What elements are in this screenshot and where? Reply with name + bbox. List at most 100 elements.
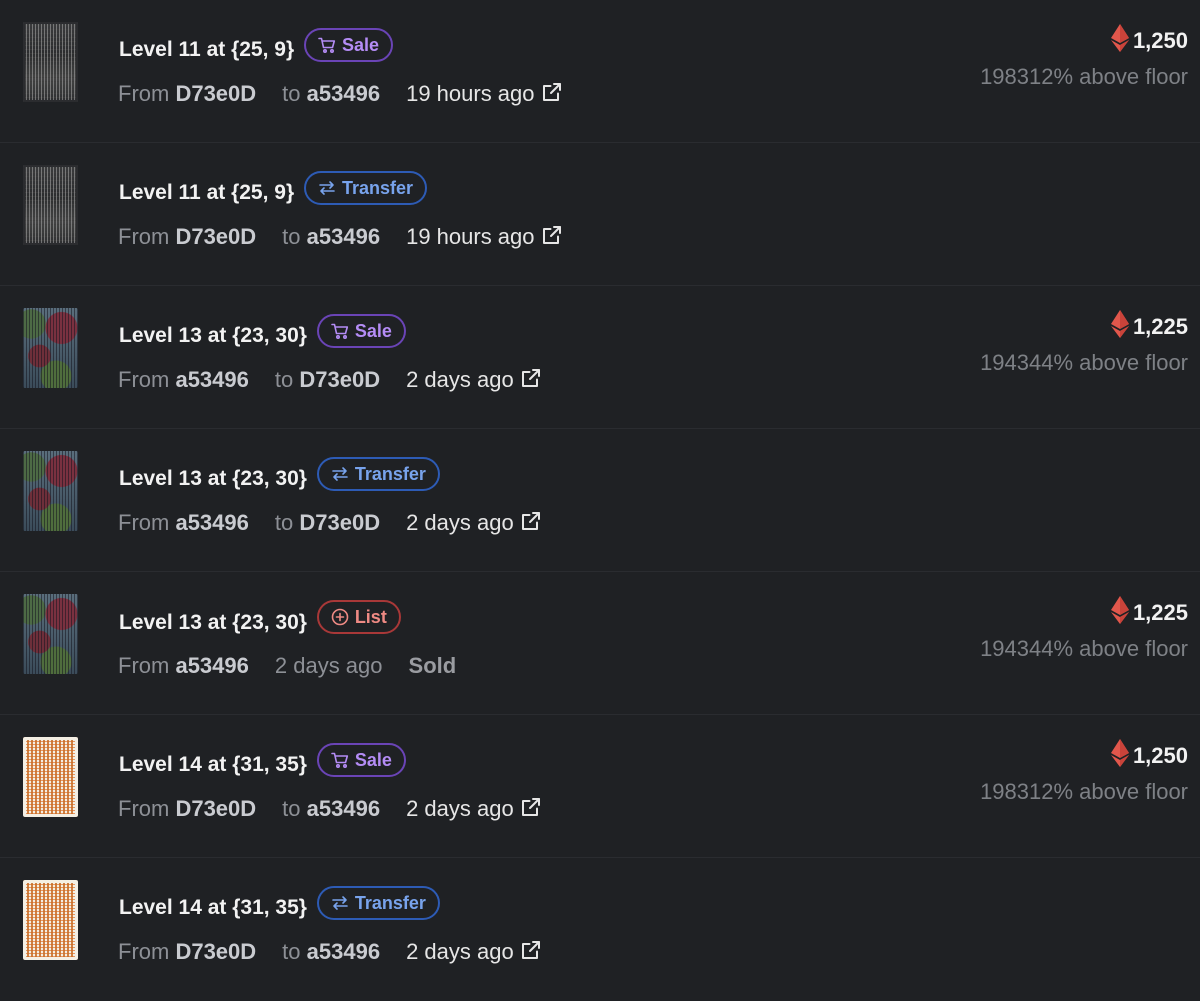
- activity-list: Level 11 at {25, 9} Sale From D73e0D to a5…: [0, 0, 1200, 995]
- external-link-icon[interactable]: [520, 939, 542, 967]
- from-label: From: [118, 81, 170, 106]
- to-address[interactable]: D73e0D: [299, 367, 380, 392]
- event-badge-sale: Sale: [316, 743, 406, 777]
- price-amount-row: 1,250: [980, 739, 1188, 773]
- external-link-icon[interactable]: [520, 367, 542, 395]
- transfer-arrows-icon: [331, 895, 349, 911]
- price-amount: 1,250: [1132, 28, 1188, 53]
- event-badge-label: Sale: [354, 320, 392, 341]
- activity-meta: From D73e0D to a53496 2 days ago: [118, 939, 542, 967]
- activity-title: Level 13 at {23, 30} Transfer: [119, 457, 440, 494]
- activity-row[interactable]: Level 11 at {25, 9} Sale From D73e0D to a5…: [0, 0, 1200, 143]
- transfer-arrows-icon: [318, 180, 336, 196]
- activity-meta: From a53496 2 days ago Sold: [118, 653, 456, 679]
- event-badge-label: Transfer: [354, 892, 426, 913]
- to-label: to: [282, 224, 301, 249]
- timestamp: 2 days ago: [274, 653, 383, 678]
- activity-row[interactable]: Level 13 at {23, 30} List From a53496 2 da…: [0, 572, 1200, 715]
- event-badge-transfer: Transfer: [316, 457, 440, 491]
- activity-row[interactable]: Level 13 at {23, 30} Transfer From a53496…: [0, 429, 1200, 572]
- item-name[interactable]: Level 11 at {25, 9}: [119, 38, 294, 61]
- item-name[interactable]: Level 14 at {31, 35}: [119, 753, 307, 776]
- to-label: to: [274, 367, 294, 392]
- activity-row[interactable]: Level 13 at {23, 30} Sale From a53496 to D…: [0, 286, 1200, 429]
- external-link-icon[interactable]: [541, 81, 563, 109]
- activity-row[interactable]: Level 14 at {31, 35} Transfer From D73e0D…: [0, 858, 1200, 1001]
- price-amount-row: 1,225: [980, 310, 1188, 344]
- price-amount: 1,225: [1132, 314, 1188, 339]
- eth-icon: [1110, 310, 1129, 344]
- event-badge-label: Transfer: [341, 177, 414, 198]
- transfer-arrows-icon: [331, 466, 349, 482]
- from-label: From: [118, 653, 170, 678]
- nft-thumbnail[interactable]: [23, 308, 78, 388]
- activity-title: Level 14 at {31, 35} Transfer: [119, 886, 440, 923]
- from-address[interactable]: a53496: [175, 653, 248, 678]
- timestamp: 2 days ago: [406, 796, 514, 821]
- item-name[interactable]: Level 14 at {31, 35}: [119, 896, 307, 919]
- nft-thumbnail[interactable]: [23, 22, 78, 102]
- nft-thumbnail[interactable]: [23, 165, 78, 245]
- activity-title: Level 11 at {25, 9} Transfer: [119, 171, 428, 208]
- from-label: From: [118, 510, 170, 535]
- activity-title: Level 13 at {23, 30} List: [119, 600, 401, 637]
- plus-circle-icon: [331, 608, 349, 626]
- nft-thumbnail[interactable]: [23, 880, 78, 960]
- from-address[interactable]: a53496: [175, 367, 248, 392]
- event-badge-label: List: [354, 606, 387, 627]
- floor-difference: 198312% above floor: [980, 779, 1188, 804]
- price-amount: 1,250: [1132, 743, 1188, 768]
- to-address[interactable]: a53496: [307, 224, 380, 249]
- item-name[interactable]: Level 13 at {23, 30}: [119, 611, 307, 634]
- item-name[interactable]: Level 13 at {23, 30}: [119, 467, 307, 490]
- item-name[interactable]: Level 13 at {23, 30}: [119, 324, 307, 347]
- from-address[interactable]: D73e0D: [175, 224, 256, 249]
- event-badge-sale: Sale: [303, 28, 394, 62]
- timestamp: 2 days ago: [406, 510, 514, 535]
- from-label: From: [118, 224, 170, 249]
- sold-status: Sold: [408, 653, 457, 678]
- floor-difference: 194344% above floor: [980, 636, 1188, 661]
- activity-row[interactable]: Level 11 at {25, 9} Transfer From D73e0D t…: [0, 143, 1200, 286]
- cart-icon: [318, 37, 336, 53]
- to-label: to: [274, 510, 294, 535]
- activity-meta: From D73e0D to a53496 19 hours ago: [118, 224, 563, 252]
- activity-title: Level 11 at {25, 9} Sale: [119, 28, 394, 65]
- nft-thumbnail[interactable]: [23, 737, 78, 817]
- from-address[interactable]: D73e0D: [175, 81, 256, 106]
- floor-difference: 194344% above floor: [980, 350, 1188, 375]
- event-badge-transfer: Transfer: [316, 886, 440, 920]
- external-link-icon[interactable]: [520, 510, 542, 538]
- price-block: 1,225 194344% above floor: [980, 310, 1188, 376]
- activity-title: Level 13 at {23, 30} Sale: [119, 314, 406, 351]
- eth-icon: [1110, 596, 1129, 630]
- event-badge-sale: Sale: [316, 314, 406, 348]
- cart-icon: [331, 323, 349, 339]
- from-label: From: [118, 367, 170, 392]
- timestamp: 2 days ago: [406, 367, 514, 392]
- eth-icon: [1110, 739, 1129, 773]
- cart-icon: [331, 752, 349, 768]
- nft-thumbnail[interactable]: [23, 451, 78, 531]
- activity-row[interactable]: Level 14 at {31, 35} Sale From D73e0D to a…: [0, 715, 1200, 858]
- eth-icon: [1110, 24, 1129, 58]
- to-label: to: [282, 796, 301, 821]
- from-label: From: [118, 939, 170, 964]
- event-badge-label: Sale: [341, 34, 380, 55]
- event-badge-label: Transfer: [354, 463, 426, 484]
- activity-title: Level 14 at {31, 35} Sale: [119, 743, 406, 780]
- to-address[interactable]: a53496: [307, 81, 380, 106]
- nft-thumbnail[interactable]: [23, 594, 78, 674]
- external-link-icon[interactable]: [520, 796, 542, 824]
- external-link-icon[interactable]: [541, 224, 563, 252]
- to-address[interactable]: a53496: [307, 796, 380, 821]
- from-address[interactable]: D73e0D: [175, 939, 256, 964]
- to-address[interactable]: a53496: [307, 939, 380, 964]
- to-label: to: [282, 939, 301, 964]
- price-amount: 1,225: [1132, 600, 1188, 625]
- from-address[interactable]: a53496: [175, 510, 248, 535]
- to-address[interactable]: D73e0D: [299, 510, 380, 535]
- event-badge-label: Sale: [354, 749, 392, 770]
- from-address[interactable]: D73e0D: [175, 796, 256, 821]
- item-name[interactable]: Level 11 at {25, 9}: [119, 181, 294, 204]
